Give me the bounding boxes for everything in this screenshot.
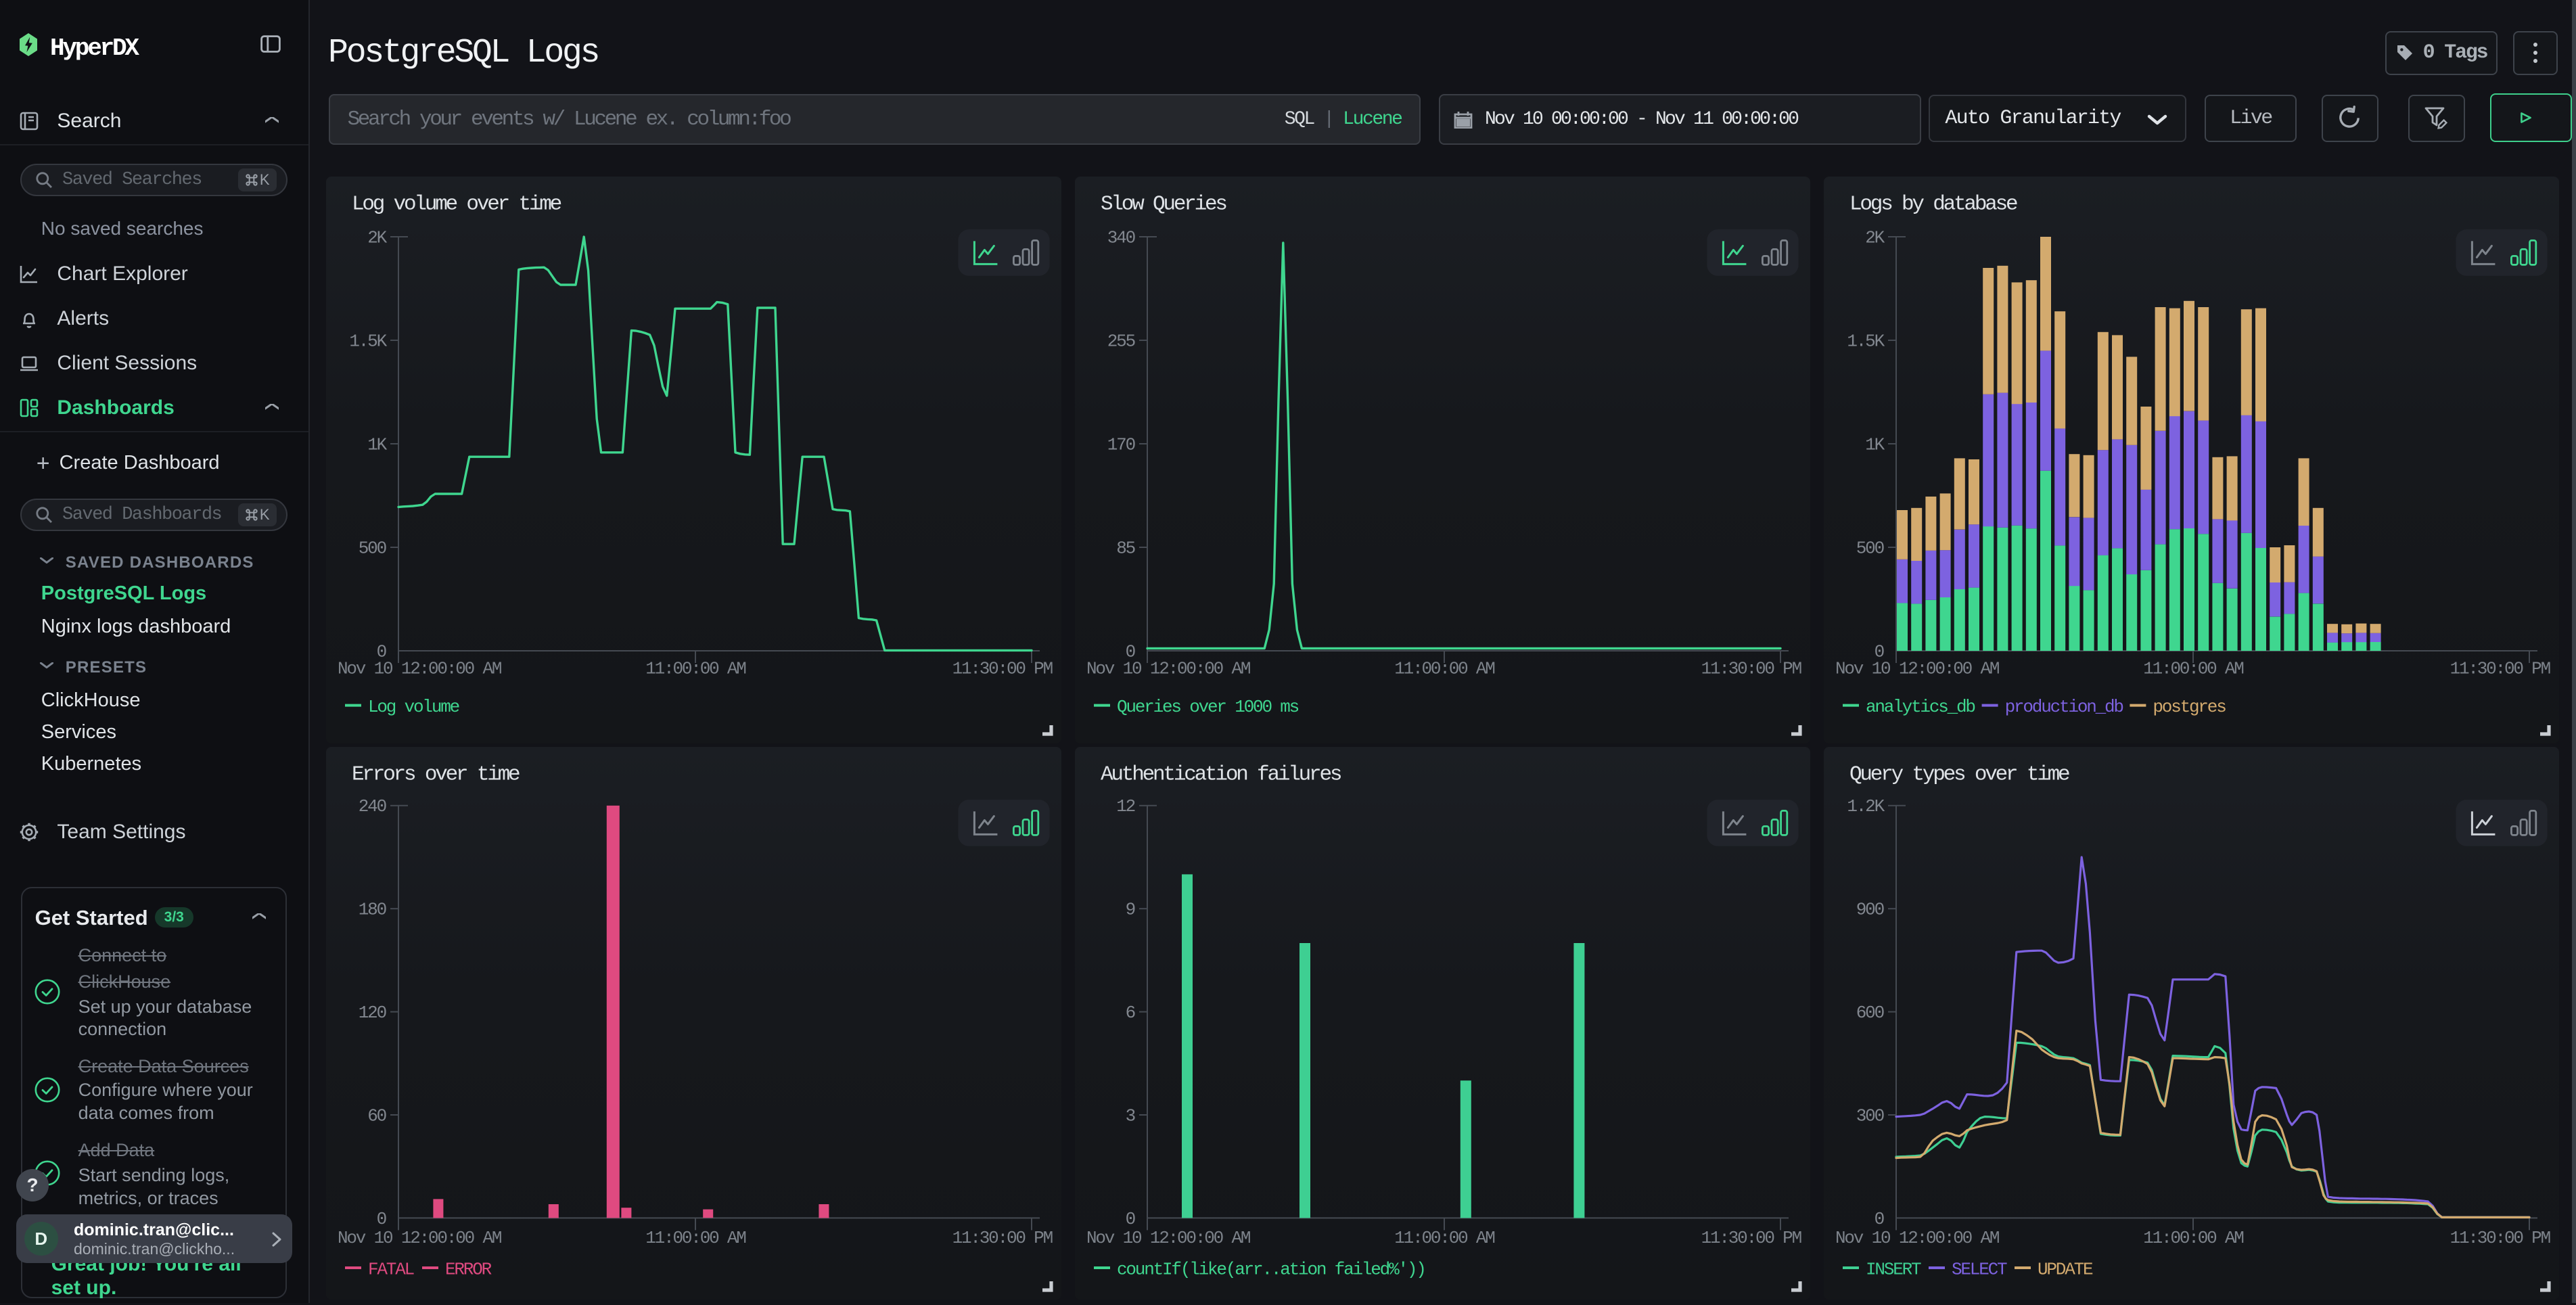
svg-text:FATAL: FATAL [368, 1259, 414, 1279]
svg-text:postgres: postgres [2153, 697, 2226, 717]
svg-text:60: 60 [367, 1105, 386, 1126]
svg-text:11:00:00 AM: 11:00:00 AM [645, 1228, 745, 1248]
svg-text:11:30:00 PM: 11:30:00 PM [2450, 659, 2550, 679]
svg-text:Nov 10 12:00:00 AM: Nov 10 12:00:00 AM [1086, 1228, 1250, 1248]
svg-text:2K: 2K [1865, 227, 1885, 248]
svg-text:900: 900 [1856, 900, 1884, 920]
svg-text:analytics_db: analytics_db [1866, 697, 1975, 717]
svg-text:11:00:00 AM: 11:00:00 AM [1394, 659, 1494, 679]
svg-text:UPDATE: UPDATE [2038, 1259, 2093, 1279]
svg-text:180: 180 [359, 900, 386, 920]
svg-text:600: 600 [1856, 1003, 1884, 1023]
svg-text:1.5K: 1.5K [349, 331, 387, 351]
svg-text:500: 500 [359, 538, 386, 558]
svg-text:0: 0 [1874, 1209, 1884, 1229]
svg-text:Authentication failures: Authentication failures [1101, 763, 1341, 787]
svg-text:2K: 2K [367, 227, 387, 248]
svg-text:255: 255 [1107, 331, 1135, 351]
svg-text:240: 240 [359, 796, 386, 817]
svg-text:9: 9 [1126, 900, 1135, 920]
svg-text:500: 500 [1856, 538, 1884, 558]
svg-text:11:30:00 PM: 11:30:00 PM [952, 1228, 1053, 1248]
svg-text:11:00:00 AM: 11:00:00 AM [1394, 1228, 1494, 1248]
svg-text:1K: 1K [1865, 434, 1885, 455]
svg-text:ERROR: ERROR [445, 1259, 492, 1279]
svg-text:170: 170 [1107, 434, 1135, 455]
svg-text:300: 300 [1856, 1105, 1884, 1126]
svg-text:11:00:00 AM: 11:00:00 AM [645, 659, 745, 679]
svg-text:1.5K: 1.5K [1847, 331, 1885, 351]
svg-text:340: 340 [1107, 227, 1135, 248]
svg-text:Log volume: Log volume [368, 697, 459, 717]
svg-text:Nov 10 12:00:00 AM: Nov 10 12:00:00 AM [338, 1228, 501, 1248]
svg-text:Nov 10 12:00:00 AM: Nov 10 12:00:00 AM [1086, 659, 1250, 679]
svg-text:1.2K: 1.2K [1847, 796, 1885, 817]
svg-text:12: 12 [1116, 796, 1134, 817]
svg-text:0: 0 [1126, 1209, 1135, 1229]
svg-text:production_db: production_db [2005, 697, 2123, 717]
svg-text:SELECT: SELECT [1952, 1259, 2007, 1279]
svg-text:11:30:00 PM: 11:30:00 PM [1701, 659, 1801, 679]
svg-text:120: 120 [359, 1003, 386, 1023]
svg-text:Nov 10 12:00:00 AM: Nov 10 12:00:00 AM [1835, 1228, 1999, 1248]
svg-text:Nov 10 12:00:00 AM: Nov 10 12:00:00 AM [338, 659, 501, 679]
svg-text:Nov 10 12:00:00 AM: Nov 10 12:00:00 AM [1835, 659, 1999, 679]
svg-text:6: 6 [1126, 1003, 1135, 1023]
svg-text:3: 3 [1126, 1105, 1135, 1126]
svg-text:11:00:00 AM: 11:00:00 AM [2143, 1228, 2243, 1248]
svg-text:Query types over time: Query types over time [1849, 763, 2069, 787]
svg-text:Queries over 1000 ms: Queries over 1000 ms [1117, 697, 1299, 717]
svg-text:Errors over time: Errors over time [352, 763, 520, 787]
svg-text:Logs by database: Logs by database [1849, 193, 2017, 216]
svg-text:Slow Queries: Slow Queries [1101, 193, 1226, 216]
svg-text:countIf(like(arr..ation failed: countIf(like(arr..ation failed%')) [1117, 1259, 1425, 1279]
svg-text:1K: 1K [367, 434, 387, 455]
svg-text:11:30:00 PM: 11:30:00 PM [1701, 1228, 1801, 1248]
svg-text:INSERT: INSERT [1866, 1259, 1921, 1279]
svg-text:85: 85 [1116, 538, 1134, 558]
svg-text:11:00:00 AM: 11:00:00 AM [2143, 659, 2243, 679]
svg-text:11:30:00 PM: 11:30:00 PM [2450, 1228, 2550, 1248]
svg-text:11:30:00 PM: 11:30:00 PM [952, 659, 1053, 679]
svg-text:0: 0 [377, 1209, 386, 1229]
svg-text:Log volume over time: Log volume over time [352, 193, 561, 216]
